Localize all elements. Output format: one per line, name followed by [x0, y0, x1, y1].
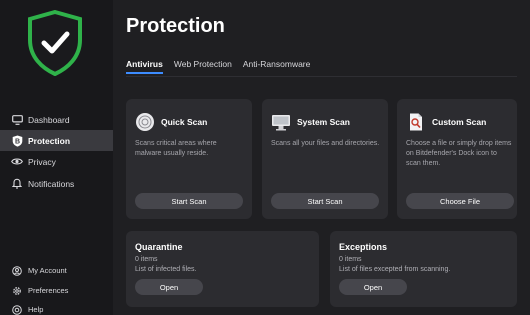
eye-icon [10, 155, 24, 169]
exceptions-card: Exceptions 0 items List of files excepte… [330, 231, 517, 307]
exceptions-open-button[interactable]: Open [339, 279, 407, 295]
sidebar-item-privacy[interactable]: Privacy [0, 151, 113, 172]
svg-text:B: B [14, 138, 19, 145]
monitor-icon [271, 112, 291, 132]
sidebar-item-label: Privacy [28, 156, 56, 167]
tab-web-protection[interactable]: Web Protection [174, 59, 232, 74]
card-header: Custom Scan [406, 112, 486, 132]
sidebar-item-label: Protection [28, 135, 71, 146]
item-count: 0 items [339, 256, 362, 263]
card-description: List of infected files. [135, 266, 197, 273]
card-header: Quick Scan [135, 112, 207, 132]
sidebar-item-label: Dashboard [28, 114, 70, 125]
sidebar-item-notifications[interactable]: Notifications [0, 173, 113, 194]
card-title: Exceptions [339, 242, 388, 252]
tab-antivirus[interactable]: Antivirus [126, 59, 163, 74]
sidebar-item-preferences[interactable]: Preferences [0, 280, 113, 301]
quarantine-open-button[interactable]: Open [135, 279, 203, 295]
card-title: System Scan [297, 117, 350, 127]
monitor-icon [10, 113, 24, 127]
card-description: List of files excepted from scanning. [339, 266, 451, 273]
sidebar-item-my-account[interactable]: My Account [0, 260, 113, 281]
quick-scan-icon [135, 112, 155, 132]
sidebar-item-label: My Account [28, 266, 67, 275]
sidebar-item-label: Preferences [28, 286, 69, 295]
sidebar: Dashboard B Protection Privacy Notificat… [0, 0, 113, 315]
card-title: Quick Scan [161, 117, 208, 127]
card-description: Choose a file or simply drop items on Bi… [406, 140, 512, 167]
sidebar-item-protection[interactable]: B Protection [0, 130, 113, 151]
sidebar-item-dashboard[interactable]: Dashboard [0, 109, 113, 130]
custom-scan-card: Custom Scan Choose a file or simply drop… [397, 99, 517, 219]
b-shield-icon: B [10, 134, 24, 148]
sidebar-item-label: Notifications [28, 178, 75, 189]
user-icon [10, 264, 24, 278]
choose-file-button[interactable]: Choose File [406, 193, 514, 209]
card-header: System Scan [271, 112, 350, 132]
quick-scan-card: Quick Scan Scans critical areas where ma… [126, 99, 252, 219]
gear-icon [10, 284, 24, 298]
card-description: Scans all your files and directories. [271, 140, 380, 147]
tab-bar: Antivirus Web Protection Anti-Ransomware [126, 59, 321, 74]
tab-anti-ransomware[interactable]: Anti-Ransomware [243, 59, 311, 74]
tab-divider [126, 76, 517, 77]
bell-icon [10, 177, 24, 191]
shield-check-icon [27, 9, 83, 77]
sidebar-item-label: Help [28, 305, 44, 314]
card-description: Scans critical areas where malware usual… [135, 140, 217, 157]
page-title: Protection [126, 15, 225, 37]
quarantine-card: Quarantine 0 items List of infected file… [126, 231, 319, 307]
custom-scan-icon [406, 112, 426, 132]
card-title: Custom Scan [432, 117, 487, 127]
card-title: Quarantine [135, 242, 183, 252]
system-scan-card: System Scan Scans all your files and dir… [262, 99, 388, 219]
help-icon [10, 303, 24, 315]
main-panel: Protection Antivirus Web Protection Anti… [113, 0, 530, 315]
quick-scan-start-button[interactable]: Start Scan [135, 193, 243, 209]
item-count: 0 items [135, 256, 158, 263]
system-scan-start-button[interactable]: Start Scan [271, 193, 379, 209]
sidebar-item-help[interactable]: Help [0, 299, 113, 315]
